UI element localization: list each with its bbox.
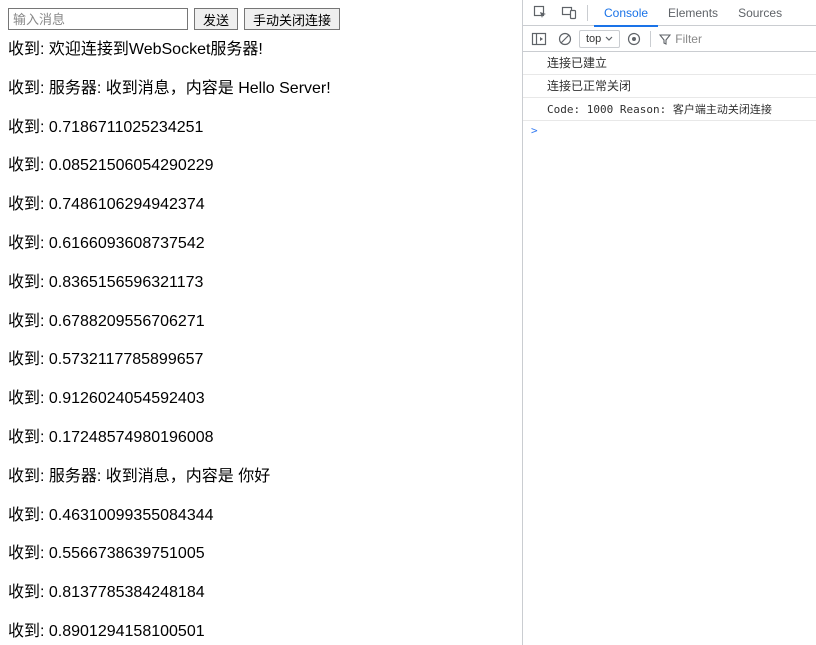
log-line: 收到: 0.8901294158100501 — [8, 622, 514, 643]
log-line: 收到: 0.8137785384248184 — [8, 583, 514, 604]
log-line: 收到: 0.5732117785899657 — [8, 350, 514, 371]
filter-input[interactable]: Filter — [655, 32, 812, 46]
tab-console[interactable]: Console — [594, 0, 658, 26]
live-expression-icon[interactable] — [622, 27, 646, 51]
separator — [587, 5, 588, 21]
filter-placeholder: Filter — [675, 32, 702, 46]
inspect-icon[interactable] — [529, 1, 553, 25]
devtools-toolbar: Console Elements Sources — [523, 0, 816, 26]
console-prompt[interactable]: > — [523, 121, 816, 140]
tab-elements[interactable]: Elements — [658, 0, 728, 26]
page-content: 发送 手动关闭连接 收到: 欢迎连接到WebSocket服务器! 收到: 服务器:… — [0, 0, 522, 645]
log-line: 收到: 0.6788209556706271 — [8, 312, 514, 333]
log-line: 收到: 0.6166093608737542 — [8, 234, 514, 255]
log-line: 收到: 0.8365156596321173 — [8, 273, 514, 294]
console-line: 连接已建立 — [523, 52, 816, 75]
context-label: top — [586, 33, 601, 45]
console-line: 连接已正常关闭 — [523, 75, 816, 98]
devtools-panel: Console Elements Sources top Filter 连接已建… — [522, 0, 816, 645]
log-line: 收到: 0.7486106294942374 — [8, 195, 514, 216]
log-line: 收到: 0.08521506054290229 — [8, 156, 514, 177]
log-line: 收到: 0.7186711025234251 — [8, 118, 514, 139]
log-line: 收到: 0.46310099355084344 — [8, 506, 514, 527]
tab-sources[interactable]: Sources — [728, 0, 792, 26]
send-button[interactable]: 发送 — [194, 8, 238, 30]
console-line: Code: 1000 Reason: 客户端主动关闭连接 — [523, 98, 816, 121]
devtools-tabs: Console Elements Sources — [594, 0, 792, 26]
close-connection-button[interactable]: 手动关闭连接 — [244, 8, 340, 30]
log-line: 收到: 0.17248574980196008 — [8, 428, 514, 449]
console-output: 连接已建立 连接已正常关闭 Code: 1000 Reason: 客户端主动关闭… — [523, 52, 816, 645]
log-line: 收到: 欢迎连接到WebSocket服务器! — [8, 40, 514, 61]
log-line: 收到: 服务器: 收到消息，内容是 Hello Server! — [8, 79, 514, 100]
sidebar-toggle-icon[interactable] — [527, 27, 551, 51]
log-line: 收到: 0.9126024054592403 — [8, 389, 514, 410]
filter-icon — [659, 33, 671, 45]
log-line: 收到: 0.5566738639751005 — [8, 544, 514, 565]
message-log: 收到: 欢迎连接到WebSocket服务器! 收到: 服务器: 收到消息，内容是 … — [8, 40, 514, 643]
top-controls: 发送 手动关闭连接 — [8, 8, 514, 30]
clear-console-icon[interactable] — [553, 27, 577, 51]
console-toolbar: top Filter — [523, 26, 816, 52]
message-input[interactable] — [8, 8, 188, 30]
device-toggle-icon[interactable] — [557, 1, 581, 25]
chevron-down-icon — [605, 35, 613, 43]
log-line: 收到: 服务器: 收到消息，内容是 你好 — [8, 467, 514, 488]
separator — [650, 31, 651, 47]
context-selector[interactable]: top — [579, 30, 620, 48]
